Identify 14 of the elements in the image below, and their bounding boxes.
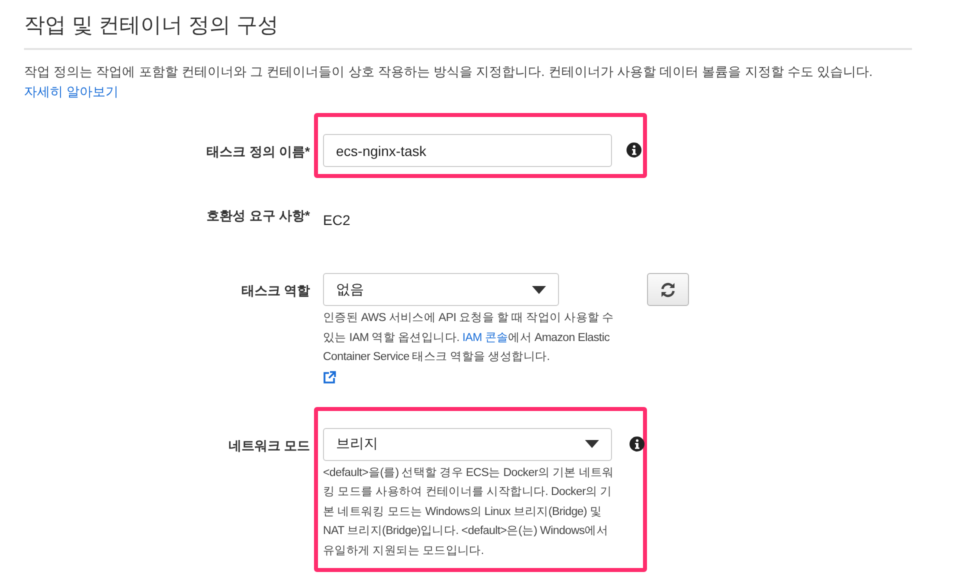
section-title: 작업 및 컨테이너 정의 구성 (24, 0, 912, 50)
field-label: 태스크 정의 이름* (206, 143, 310, 161)
text-field[interactable]: ecs-nginx-task (323, 134, 612, 167)
help-text: <default>을(를) 선택할 경우 ECS는 Docker의 기본 네트워킹 모드를 사용하여 컨테이너를 시작합니다. Docker의 기본 네트워킹 모드는 Windows의 Linux 브리지(Bridge) 및 NAT 브리지(Bridge)입니다. <default>은(는) Windows에서 유일하게 지원되는 모드입니다. (323, 466, 615, 558)
field-label: 네트워크 모드 (227, 436, 310, 454)
dropdown[interactable]: 브리지 (323, 428, 612, 460)
dropdown[interactable]: 없음 (323, 273, 559, 306)
description-text: 작업 정의는 작업에 포함할 컨테이너와 그 컨테이너들이 상호 작용하는 방식을 지정합니다. 컨테이너가 사용할 데이터 볼륨을 지정할 수도 있습니다. (24, 64, 873, 79)
learn-more-link[interactable]: 자세히 알아보기 (24, 84, 119, 99)
field-value: EC2 (323, 211, 350, 229)
help-text: 인증된 AWS 서비스에 API 요청을 할 때 작업이 사용할 수 있는 IAM 역할 옵션입니다. IAM 콘솔에서 Amazon Elastic Container Service 태스크 역할을 생성합니다. (323, 311, 615, 365)
console-link[interactable]: IAM 콘솔 (462, 332, 508, 344)
field-label: 태스크 역할 (240, 282, 310, 300)
field-label: 호환성 요구 사항* (206, 207, 310, 225)
